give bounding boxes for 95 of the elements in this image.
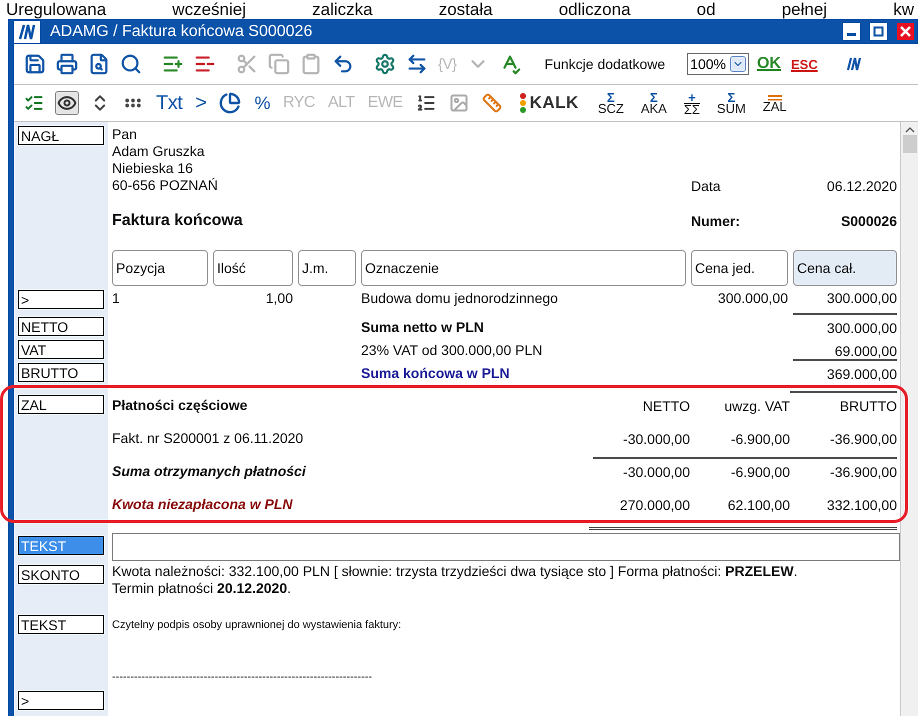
zoom-dropdown[interactable]: 100% (687, 53, 749, 75)
section-tag[interactable]: NAGŁ (18, 126, 104, 145)
calculator-button[interactable]: KALK (512, 91, 585, 115)
printer-icon[interactable] (54, 51, 80, 77)
maximize-icon (873, 26, 884, 37)
payment-value: 332.100,00 (826, 496, 897, 515)
total-value: 300.000,00 (793, 313, 897, 336)
table-cell-text: Budowa domu jednorodzinnego (361, 290, 559, 306)
section-tag[interactable]: SKONTO (18, 565, 104, 584)
address-line: Niebieska 16 (112, 160, 194, 177)
maximize-button[interactable] (870, 23, 887, 40)
payment-label: Fakt. nr S200001 z 06.11.2020 (112, 430, 304, 446)
payment-label: Kwota niezapłacona w PLN (112, 496, 294, 512)
sum-label: ZAL (762, 101, 787, 112)
column-header[interactable]: Oznaczenie (361, 250, 686, 286)
payments-title: Płatności częściowe (112, 397, 248, 413)
payment-value: -30.000,00 (593, 457, 690, 485)
dropdown-arrow-button[interactable] (730, 56, 746, 72)
date-value: 06.12.2020 (826, 178, 897, 194)
sum-button[interactable]: Σ SCZ (594, 92, 628, 114)
sum-button[interactable]: Σ SUM (712, 92, 750, 114)
traffic-light-icon (518, 92, 527, 114)
sum-button[interactable]: Σ AKA (636, 92, 671, 114)
scrollbar-thumb[interactable] (902, 135, 916, 153)
toolbar-text-button[interactable]: > (193, 92, 208, 114)
minimize-icon (847, 33, 856, 36)
total-label: Suma końcowa w PLN (361, 364, 511, 381)
column-label: BRUTTO (790, 391, 897, 419)
column-header[interactable]: Ilość (213, 250, 293, 286)
table-cell-text: 300.000,00 (826, 290, 897, 306)
window-title: ADAMG / Faktura końcowa S000026 (50, 22, 314, 40)
payment-value: -6.900,00 (730, 430, 790, 449)
total-label: Suma netto w PLN (361, 318, 485, 335)
number-label: Numer: (691, 213, 742, 229)
sum-label: SUM (716, 103, 746, 114)
close-button[interactable] (897, 23, 914, 40)
column-label: NETTO (642, 397, 690, 416)
number-value: S000026 (840, 213, 897, 229)
ok-button[interactable]: OK (754, 55, 783, 73)
table-cell-text: 1,00 (264, 290, 293, 306)
column-header[interactable]: Cena jed. (691, 250, 788, 286)
section-tag[interactable]: TEKST (18, 615, 104, 634)
scroll-up-icon[interactable] (904, 126, 914, 133)
sum-button[interactable]: + ΣΣ (680, 92, 704, 114)
advance-button[interactable]: ZAL (758, 94, 791, 112)
address-line: 60-656 POZNAŃ (112, 177, 218, 194)
payment-label: Suma otrzymanych płatności (112, 463, 307, 479)
payment-terms-text: Termin płatności 20.12.2020. (112, 580, 292, 597)
lines-icon (768, 94, 782, 101)
address-line: Pan (112, 126, 138, 143)
section-tag[interactable]: ZAL (18, 395, 104, 414)
address-line: Adam Gruszka (112, 143, 206, 160)
date-label: Data (691, 178, 722, 194)
caption-text: Uregulowana wcześniej zaliczka została odliczona od pełnej kw (6, 0, 914, 19)
pie-chart-icon[interactable] (217, 90, 244, 116)
payment-value: -36.900,00 (829, 430, 897, 449)
total-label: 23% VAT od 300.000,00 PLN (361, 341, 544, 358)
payment-terms-text: Kwota należności: 332.100,00 PLN [ słownie: trzysta trzydzieści dwa tysiące sto ] Forma płatności: PRZELEW. (112, 563, 799, 580)
sum-symbol: Σ (727, 92, 736, 103)
close-icon (900, 26, 911, 37)
section-tag[interactable]: > (18, 691, 104, 710)
section-tag[interactable]: VAT (18, 340, 104, 359)
payment-value: -36.900,00 (790, 457, 897, 485)
total-value: 69.000,00 (834, 342, 897, 359)
signature-line: ----------------------------------------------------------------------- (112, 671, 372, 683)
esc-button[interactable]: ESC (788, 56, 820, 72)
sum-symbol: + (688, 92, 696, 102)
sum-symbol: Σ (606, 92, 615, 103)
sum-label: ΣΣ (684, 102, 700, 114)
extra-functions-button[interactable]: Funkcje dodatkowe (538, 55, 672, 73)
signature-label: Czytelny podpis osoby uprawnionej do wystawienia faktury: (112, 619, 402, 631)
text-field[interactable] (112, 533, 900, 561)
total-value: 369.000,00 (793, 359, 897, 382)
column-header[interactable]: Cena cał. (793, 250, 897, 286)
table-cell-text: 300.000,00 (716, 290, 788, 306)
section-tag[interactable]: BRUTTO (18, 363, 104, 382)
sum-label: AKA (640, 103, 667, 114)
payment-value: 62.100,00 (726, 496, 790, 515)
sum-symbol: Σ (650, 92, 658, 103)
payment-value: 270.000,00 (618, 496, 690, 515)
section-tag[interactable]: NETTO (18, 317, 104, 336)
ruler-icon[interactable] (480, 91, 504, 115)
toolbar-text-button[interactable]: Txt (154, 92, 184, 114)
sum-label: SCZ (598, 103, 624, 114)
payment-value: -6.900,00 (690, 457, 790, 485)
table-cell-text: 1 (112, 290, 121, 306)
minimize-button[interactable] (843, 23, 860, 40)
payment-value: -30.000,00 (622, 430, 690, 449)
view-toggle-icon[interactable] (55, 91, 79, 115)
column-label: uwzg. VAT (723, 397, 790, 416)
section-tag[interactable]: > (18, 290, 104, 309)
document-title: Faktura końcowa (112, 212, 243, 230)
column-header[interactable]: Pozycja (112, 250, 208, 286)
toolbar-text-button[interactable]: % (252, 92, 272, 114)
column-header[interactable]: J.m. (298, 250, 356, 286)
